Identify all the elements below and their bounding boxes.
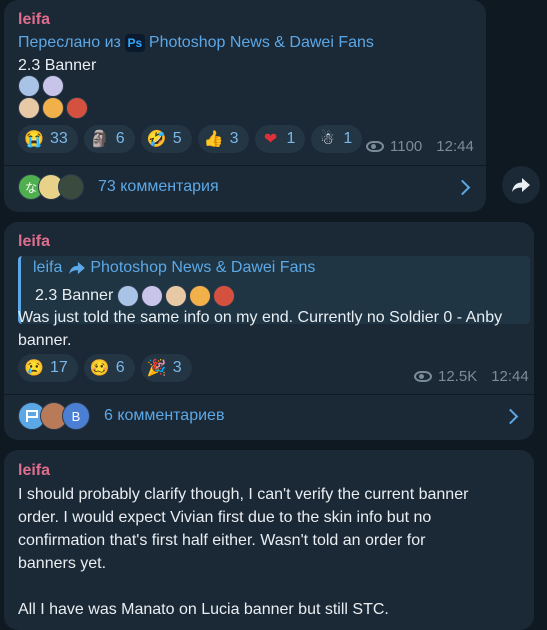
forwarded-channel-name[interactable]: Photoshop News & Dawei Fans bbox=[149, 34, 374, 52]
anime-character-emoji bbox=[189, 285, 212, 307]
anime-character-emoji bbox=[165, 285, 188, 307]
reaction-thumbs-up[interactable]: 👍 3 bbox=[197, 125, 249, 153]
reaction-count: 17 bbox=[50, 359, 68, 376]
quote-header: leifa Photoshop News & Dawei Fans bbox=[33, 259, 315, 277]
reaction-count: 5 bbox=[172, 130, 182, 147]
rofl-face-icon: 🤣 bbox=[146, 131, 167, 148]
message-meta: 1100 12:44 bbox=[366, 138, 474, 155]
anime-character-emoji bbox=[42, 97, 64, 119]
reaction-rofl[interactable]: 🤣 5 bbox=[140, 125, 192, 153]
message-text-line: banners yet. bbox=[18, 555, 107, 572]
reaction-count: 3 bbox=[172, 359, 182, 376]
quote-text-row: 2.3 Banner bbox=[35, 285, 237, 307]
message-author[interactable]: leifa bbox=[18, 462, 50, 480]
reaction-sad[interactable]: 😢 17 bbox=[18, 354, 78, 382]
comments-button[interactable]: B 6 комментариев bbox=[18, 400, 520, 432]
anime-character-emoji bbox=[117, 285, 140, 307]
woozy-face-icon: 🥴 bbox=[89, 360, 110, 377]
reaction-heart[interactable]: ❤ 1 bbox=[254, 125, 306, 153]
forwarded-from[interactable]: Переслано из Ps Photoshop News & Dawei F… bbox=[18, 34, 374, 52]
view-count: 12.5K bbox=[438, 368, 478, 385]
message-time: 12:44 bbox=[491, 368, 529, 385]
divider bbox=[4, 165, 486, 166]
moai-icon: 🗿 bbox=[89, 131, 110, 148]
message-bubble-1[interactable]: leifa Переслано из Ps Photoshop News & D… bbox=[4, 0, 486, 212]
commenter-avatar: B bbox=[62, 402, 90, 430]
view-count: 1100 bbox=[390, 138, 423, 155]
anime-character-emoji bbox=[18, 75, 40, 97]
message-author[interactable]: leifa bbox=[18, 11, 50, 29]
custom-emoji-row-1 bbox=[18, 75, 66, 97]
message-bubble-2[interactable]: leifa leifa Photoshop News & Dawei Fans … bbox=[4, 222, 534, 440]
share-arrow-icon bbox=[512, 178, 530, 192]
reaction-count: 1 bbox=[286, 130, 296, 147]
message-text: Was just told the same info on my end. C… bbox=[18, 309, 503, 349]
crying-face-icon: 😭 bbox=[24, 131, 44, 148]
flag-icon bbox=[26, 410, 38, 422]
views-eye-icon bbox=[414, 371, 432, 382]
message-bubble-3[interactable]: leifa I should probably clarify though, … bbox=[4, 450, 534, 630]
reactions-bar: 😢 17 🥴 6 🎉 3 bbox=[18, 354, 192, 382]
reaction-snowman[interactable]: ☃ 1 bbox=[311, 125, 363, 153]
chevron-right-icon bbox=[454, 179, 471, 195]
anime-character-emoji bbox=[18, 97, 40, 119]
comments-count: 6 комментариев bbox=[104, 407, 225, 424]
message-text-line: order. I would expect Vivian first due t… bbox=[18, 509, 432, 526]
reaction-count: 6 bbox=[115, 130, 125, 147]
reaction-count: 1 bbox=[343, 130, 353, 147]
reaction-crying[interactable]: 😭 33 bbox=[18, 125, 78, 153]
forward-arrow-icon bbox=[69, 261, 86, 275]
reaction-count: 6 bbox=[115, 359, 125, 376]
quote-channel: Photoshop News & Dawei Fans bbox=[90, 259, 316, 276]
message-author[interactable]: leifa bbox=[18, 233, 50, 251]
thumbs-up-icon: 👍 bbox=[203, 131, 224, 148]
party-popper-icon: 🎉 bbox=[146, 360, 167, 377]
message-text-line: I should probably clarify though, I can'… bbox=[18, 486, 469, 503]
message-time: 12:44 bbox=[436, 138, 474, 155]
forwarded-prefix: Переслано из bbox=[18, 34, 121, 51]
share-button[interactable] bbox=[502, 166, 540, 204]
quote-text: 2.3 Banner bbox=[35, 287, 114, 304]
heart-icon: ❤ bbox=[263, 131, 278, 148]
anime-character-emoji bbox=[141, 285, 164, 307]
quote-emoji-row bbox=[117, 285, 237, 307]
message-meta: 12.5K 12:44 bbox=[414, 368, 529, 385]
custom-emoji-row-2 bbox=[18, 97, 90, 119]
reactions-bar: 😭 33 🗿 6 🤣 5 👍 3 ❤ 1 ☃ 1 bbox=[18, 125, 363, 153]
photoshop-channel-icon: Ps bbox=[124, 34, 145, 52]
anime-character-emoji bbox=[42, 75, 64, 97]
message-text-line: confirmation that's first half either. W… bbox=[18, 532, 426, 549]
message-text-line: All I have was Manato on Lucia banner bu… bbox=[18, 601, 389, 618]
reaction-party[interactable]: 🎉 3 bbox=[140, 354, 192, 382]
message-text: 2.3 Banner bbox=[18, 57, 97, 74]
commenter-avatar bbox=[58, 174, 84, 200]
chevron-right-icon bbox=[502, 408, 519, 424]
anime-character-emoji bbox=[213, 285, 236, 307]
views-eye-icon bbox=[366, 141, 384, 152]
anime-character-emoji bbox=[66, 97, 88, 119]
reaction-count: 33 bbox=[50, 130, 68, 147]
comments-button[interactable]: な 73 комментария bbox=[18, 172, 472, 202]
quote-author: leifa bbox=[33, 259, 63, 276]
comments-count: 73 комментария bbox=[98, 178, 219, 195]
reaction-count: 3 bbox=[229, 130, 239, 147]
reaction-moai[interactable]: 🗿 6 bbox=[83, 125, 135, 153]
snowman-icon: ☃ bbox=[320, 131, 335, 148]
reaction-woozy[interactable]: 🥴 6 bbox=[83, 354, 135, 382]
sad-face-icon: 😢 bbox=[24, 360, 44, 377]
message-text: I should probably clarify though, I can'… bbox=[18, 483, 523, 621]
divider bbox=[4, 394, 534, 395]
